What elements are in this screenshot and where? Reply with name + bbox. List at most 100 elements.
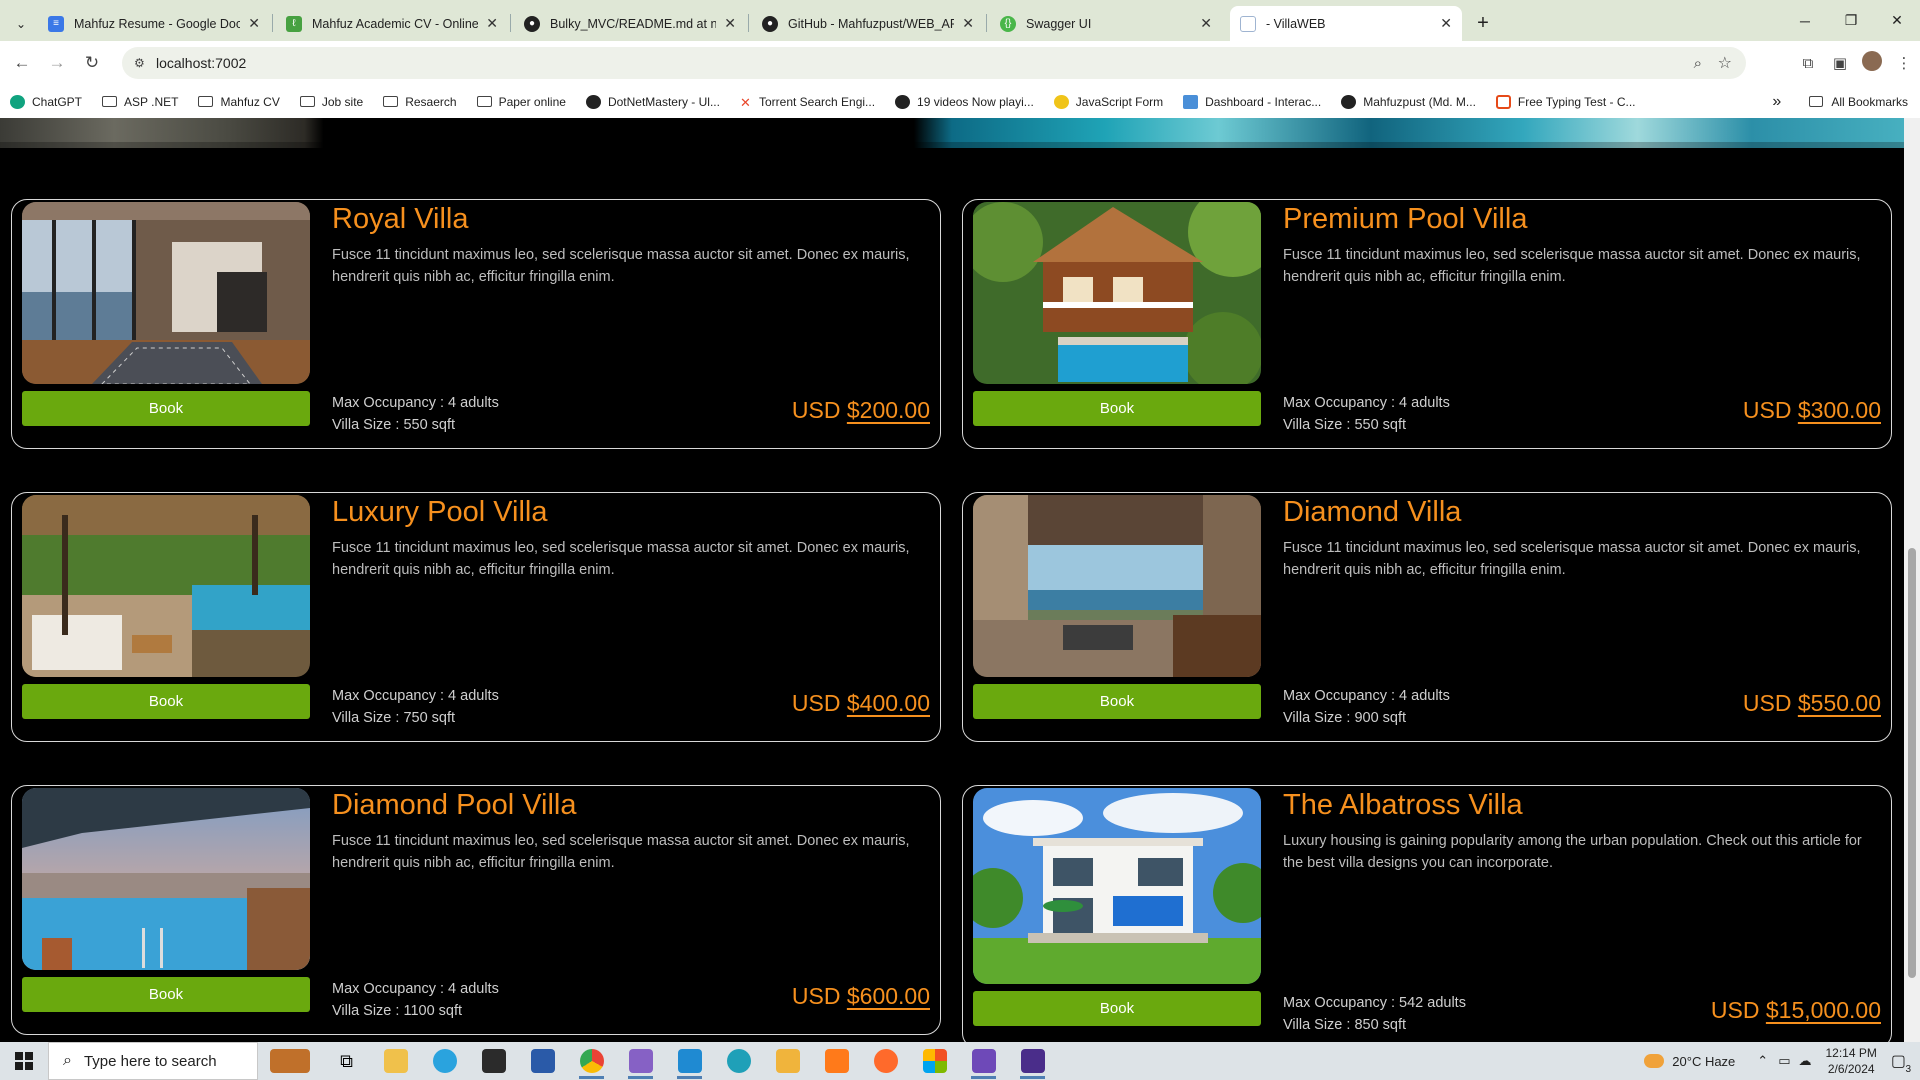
paint-icon[interactable] [763,1042,812,1080]
villa-description: Fusce 11 tincidunt maximus leo, sed scel… [1283,540,1861,578]
chrome-icon[interactable] [567,1042,616,1080]
tab-swagger[interactable]: {} Swagger UI ✕ [990,6,1222,41]
clock-time: 12:14 PM [1825,1046,1877,1060]
weather-icon[interactable] [1644,1054,1665,1068]
dashboard-icon [1183,94,1199,109]
task-view-icon[interactable]: ⧉ [322,1042,371,1080]
search-icon: ⌕ [63,1052,72,1069]
bookmark-dotnetmastery[interactable]: DotNetMastery - Ul... [585,94,720,109]
bookmark-paper-online[interactable]: Paper online [476,95,566,109]
start-button[interactable] [0,1042,48,1080]
book-button[interactable]: Book [973,391,1261,426]
site-info-icon[interactable]: ⚙ [134,56,145,70]
close-icon[interactable]: ✕ [1440,15,1452,32]
hero-banner-image [0,118,1904,148]
network-icon[interactable]: ▭ [1778,1053,1790,1069]
villa-size: Villa Size : 550 sqft [1283,417,1407,433]
plus-icon: + [1477,12,1489,34]
new-tab-button[interactable]: + [1468,6,1498,41]
price-amount: $15,000.00 [1765,997,1881,1023]
visual-studio-icon[interactable] [616,1042,665,1080]
bookmark-videos[interactable]: 19 videos Now playi... [895,94,1034,109]
bookmark-javascript-form[interactable]: JavaScript Form [1053,94,1163,109]
book-button[interactable]: Book [973,991,1261,1026]
side-panel-icon[interactable]: ▣ [1824,54,1856,72]
close-icon[interactable]: ✕ [962,15,974,32]
villa-description: Fusce 11 tincidunt maximus leo, sed scel… [332,247,910,285]
terminal-icon[interactable] [469,1042,518,1080]
github-icon: ● [524,15,540,32]
js-icon [1053,94,1069,109]
currency-label: USD [1742,690,1792,716]
villa-card: Book Diamond Villa Fusce 11 tincidunt ma… [962,492,1892,742]
vscode-icon[interactable] [665,1042,714,1080]
clock[interactable]: 12:14 PM 2/6/2024 [1826,1045,1877,1077]
back-button[interactable]: ← [10,51,34,75]
tab-overleaf[interactable]: ℓ Mahfuz Academic CV - Online LaTeX ✕ [276,6,508,41]
notification-icon[interactable]: ▢ 3 [1891,1051,1911,1075]
bookmark-dashboard[interactable]: Dashboard - Interac... [1183,94,1321,109]
onedrive-icon[interactable]: ☁ [1799,1053,1812,1069]
bookmark-star-icon[interactable]: ☆ [1718,53,1732,73]
edge-icon[interactable] [714,1042,763,1080]
bookmark-typing-test[interactable]: Free Typing Test - C... [1495,94,1636,109]
firefox-icon[interactable] [861,1042,910,1080]
powershell-icon[interactable] [518,1042,567,1080]
bookmark-job-site[interactable]: Job site [299,95,363,109]
close-icon[interactable]: ✕ [486,15,498,32]
minimize-button[interactable]: ─ [1782,0,1828,41]
more-bookmarks-button[interactable]: » [1772,93,1781,111]
ssms-icon[interactable] [1008,1042,1057,1080]
scrollbar-thumb[interactable] [1908,548,1916,978]
file-explorer-icon[interactable] [371,1042,420,1080]
bookmark-mahfuz-cv[interactable]: Mahfuz CV [198,95,280,109]
book-button[interactable]: Book [973,684,1261,719]
extensions-icon[interactable]: ⧉ [1792,55,1824,72]
github-icon: ● [762,15,778,32]
sublime-icon[interactable] [812,1042,861,1080]
taskbar-search-box[interactable]: ⌕ Type here to search [48,1042,258,1080]
bookmark-research[interactable]: Resaerch [383,95,457,109]
close-window-button[interactable]: ✕ [1874,0,1920,41]
browser-toolbar: ← → ↻ ⚙ localhost:7002 ⌕ ☆ ⧉ ▣ ⋮ [0,41,1920,85]
villa-price: USD $400.00 [792,690,930,717]
tab-search-button[interactable]: ⌄ [4,6,38,41]
reload-button[interactable]: ↻ [80,51,104,75]
folder-icon [383,96,399,107]
google-docs-icon: ≡ [48,15,64,32]
forward-button[interactable]: → [45,51,69,75]
weather-text[interactable]: 20°C Haze [1672,1054,1735,1069]
telegram-icon[interactable] [420,1042,469,1080]
folder-icon [299,96,315,107]
bookmark-chatgpt[interactable]: ChatGPT [10,94,82,109]
address-bar[interactable]: ⚙ localhost:7002 ⌕ ☆ [122,47,1746,79]
book-button[interactable]: Book [22,977,310,1012]
tab-google-docs[interactable]: ≡ Mahfuz Resume - Google Docs ✕ [38,6,270,41]
chevron-up-icon[interactable]: ⌃ [1757,1053,1768,1069]
bookmark-torrent[interactable]: ✕ Torrent Search Engi... [740,95,875,110]
tab-github-bulky[interactable]: ● Bulky_MVC/README.md at new ✕ [514,6,746,41]
close-icon[interactable]: ✕ [724,15,736,32]
tab-villaweb[interactable]: - VillaWEB ✕ [1230,6,1462,41]
zoom-icon[interactable]: ⌕ [1694,55,1702,72]
page-scrollbar[interactable] [1904,118,1920,1042]
restore-button[interactable]: ❐ [1828,0,1874,41]
close-icon[interactable]: ✕ [248,15,260,32]
book-button[interactable]: Book [22,391,310,426]
menu-icon[interactable]: ⋮ [1888,54,1920,72]
tab-github-webapi[interactable]: ● GitHub - Mahfuzpust/WEB_API ✕ [752,6,984,41]
store-icon[interactable] [910,1042,959,1080]
book-button[interactable]: Book [22,684,310,719]
villa-card: Book The Albatross Villa Luxury housing … [962,785,1892,1042]
visual-studio-2-icon[interactable] [959,1042,1008,1080]
max-occupancy: Max Occupancy : 4 adults [332,395,499,411]
profile-avatar[interactable] [1856,51,1888,75]
close-icon[interactable]: ✕ [1200,15,1212,32]
bookmark-aspnet[interactable]: ASP .NET [102,95,178,109]
all-bookmarks-button[interactable]: All Bookmarks [1831,95,1908,109]
villa-price: USD $300.00 [1743,397,1881,424]
search-highlight-icon[interactable] [258,1042,322,1080]
bookmark-github-profile[interactable]: Mahfuzpust (Md. M... [1341,94,1476,109]
price-amount: $550.00 [1797,690,1881,716]
villa-name: Luxury Pool Villa [332,496,548,528]
